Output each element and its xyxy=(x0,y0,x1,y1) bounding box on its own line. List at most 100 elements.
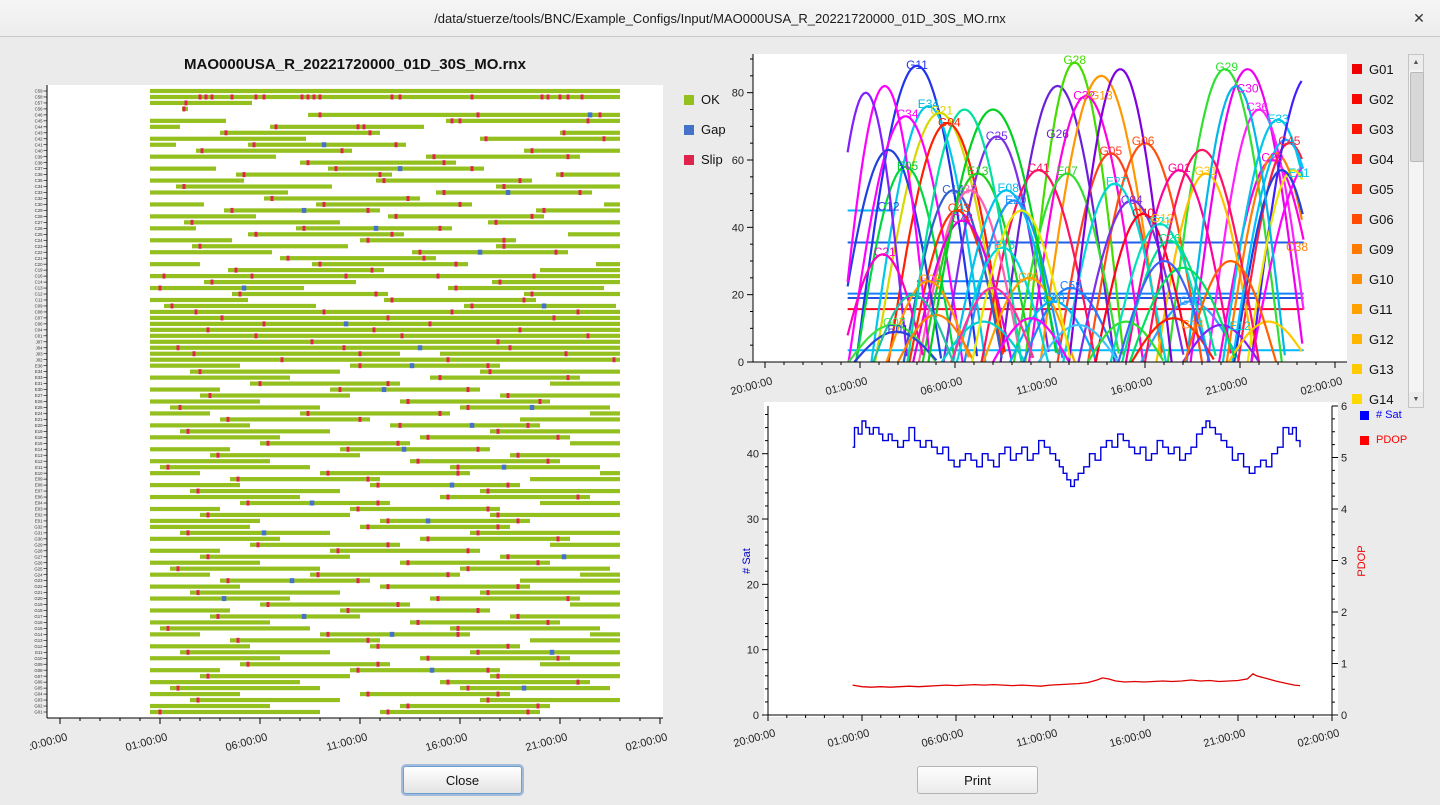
svg-text:G02: G02 xyxy=(34,704,43,709)
svg-text:E33: E33 xyxy=(1267,112,1289,126)
sat-id-label: G09 xyxy=(1369,242,1394,257)
svg-text:01:00:00: 01:00:00 xyxy=(124,731,168,754)
scrollbar-up-icon[interactable]: ▲ xyxy=(1409,55,1423,70)
scrollbar-thumb[interactable] xyxy=(1410,72,1424,162)
ok-label: OK xyxy=(701,92,720,107)
svg-text:C23: C23 xyxy=(35,244,43,249)
svg-text:G04: G04 xyxy=(938,115,961,129)
ok-swatch xyxy=(684,95,694,105)
svg-text:C07: C07 xyxy=(35,316,43,321)
svg-text:C33: C33 xyxy=(35,190,43,195)
close-button[interactable]: Close xyxy=(403,766,522,794)
svg-text:G01: G01 xyxy=(34,710,43,715)
svg-text:G21: G21 xyxy=(34,590,43,595)
svg-text:C25: C25 xyxy=(35,232,43,237)
svg-text:G03: G03 xyxy=(34,698,43,703)
svg-text:C34: C34 xyxy=(896,107,918,121)
svg-text:C41: C41 xyxy=(35,142,43,147)
svg-text:G22: G22 xyxy=(34,584,43,589)
window-close-icon[interactable]: ✕ xyxy=(1410,9,1428,27)
svg-text:G18: G18 xyxy=(34,608,43,613)
pdop-swatch xyxy=(1360,436,1369,445)
svg-text:E01: E01 xyxy=(35,519,43,524)
svg-text:01:00:00: 01:00:00 xyxy=(826,727,870,750)
slip-swatch xyxy=(684,155,694,165)
svg-text:C36: C36 xyxy=(35,172,43,177)
svg-text:G28: G28 xyxy=(1063,53,1086,67)
sat-id-label: G02 xyxy=(1369,92,1394,107)
svg-text:C59: C59 xyxy=(35,89,43,94)
svg-text:20:00:00: 20:00:00 xyxy=(729,375,773,398)
sat-color-swatch xyxy=(1352,364,1362,374)
svg-text:E33: E33 xyxy=(35,375,43,380)
svg-text:G26: G26 xyxy=(34,560,43,565)
svg-text:02:00:00: 02:00:00 xyxy=(624,731,668,754)
sat-id-label: G05 xyxy=(1369,182,1394,197)
svg-text:21:00:00: 21:00:00 xyxy=(1204,375,1248,398)
svg-text:02:00:00: 02:00:00 xyxy=(1299,375,1343,398)
svg-text:E02: E02 xyxy=(35,513,43,518)
svg-text:06:00:00: 06:00:00 xyxy=(919,375,963,398)
legend-scrollbar[interactable]: ▲ ▼ xyxy=(1408,54,1424,408)
svg-text:21:00:00: 21:00:00 xyxy=(524,731,568,754)
svg-text:G05: G05 xyxy=(34,686,43,691)
satdop-chart: 0102030400123456# SatPDOP20:00:0001:00:0… xyxy=(720,398,1380,766)
svg-text:E09: E09 xyxy=(35,477,43,482)
svg-text:C59: C59 xyxy=(1060,279,1082,293)
svg-text:E20: E20 xyxy=(1005,193,1027,207)
svg-text:C04: C04 xyxy=(35,327,43,332)
svg-text:C40: C40 xyxy=(35,148,43,153)
availability-legend-item-ok: OK xyxy=(684,92,720,107)
satellite-legend[interactable]: G01G02G03G04G05G06G09G10G11G12G13G14 xyxy=(1352,54,1406,408)
svg-text:G28: G28 xyxy=(34,548,43,553)
svg-text:C13: C13 xyxy=(35,286,43,291)
availability-legend-item-slip: Slip xyxy=(684,152,723,167)
svg-text:0: 0 xyxy=(1341,710,1347,722)
svg-text:C29: C29 xyxy=(35,208,43,213)
sat-id-label: G06 xyxy=(1369,212,1394,227)
svg-text:C12: C12 xyxy=(877,200,899,214)
legend-item-G12: G12 xyxy=(1352,324,1406,354)
svg-text:G32: G32 xyxy=(34,524,43,529)
print-button[interactable]: Print xyxy=(917,766,1038,794)
svg-text:C09: C09 xyxy=(35,304,43,309)
svg-text:80: 80 xyxy=(732,88,744,100)
sat-color-swatch xyxy=(1352,334,1362,344)
pdop-legend-item: PDOP xyxy=(1360,434,1407,446)
svg-text:01:00:00: 01:00:00 xyxy=(824,375,868,398)
pdop-label: PDOP xyxy=(1376,434,1407,446)
svg-text:0: 0 xyxy=(738,357,744,369)
scrollbar-down-icon[interactable]: ▼ xyxy=(1409,392,1423,407)
svg-text:20:00:00: 20:00:00 xyxy=(732,727,776,750)
svg-text:C30: C30 xyxy=(1237,82,1259,96)
svg-text:C22: C22 xyxy=(35,250,43,255)
svg-text:C41: C41 xyxy=(1028,161,1050,175)
svg-text:30: 30 xyxy=(747,514,759,526)
svg-text:C12: C12 xyxy=(35,292,43,297)
svg-text:C24: C24 xyxy=(35,238,43,243)
nsat-label: # Sat xyxy=(1376,409,1402,421)
svg-text:G11: G11 xyxy=(35,650,43,655)
svg-text:0: 0 xyxy=(753,710,759,722)
svg-text:G31: G31 xyxy=(1194,164,1217,178)
svg-text:E13: E13 xyxy=(967,164,989,178)
svg-text:E11: E11 xyxy=(35,465,43,470)
svg-text:G01: G01 xyxy=(1168,161,1191,175)
svg-text:11:00:00: 11:00:00 xyxy=(325,731,369,753)
svg-text:C01: C01 xyxy=(35,333,43,338)
svg-text:C46: C46 xyxy=(35,112,43,117)
svg-text:E10: E10 xyxy=(35,471,43,476)
legend-item-G05: G05 xyxy=(1352,174,1406,204)
svg-text:06:00:00: 06:00:00 xyxy=(224,731,268,754)
legend-item-G01: G01 xyxy=(1352,54,1406,84)
window-titlebar[interactable]: /data/stuerze/tools/BNC/Example_Configs/… xyxy=(0,0,1440,37)
svg-text:E36: E36 xyxy=(35,363,43,368)
svg-text:1: 1 xyxy=(1341,659,1347,671)
legend-item-G04: G04 xyxy=(1352,144,1406,174)
svg-text:C45: C45 xyxy=(35,118,43,123)
svg-text:2: 2 xyxy=(1341,607,1347,619)
svg-text:C39: C39 xyxy=(35,154,43,159)
svg-text:G05: G05 xyxy=(1099,144,1122,158)
availability-chart: C59C58C57C56C46C45C44C43C42C41C40C39C38C… xyxy=(30,80,685,762)
sat-id-label: G13 xyxy=(1369,362,1394,377)
